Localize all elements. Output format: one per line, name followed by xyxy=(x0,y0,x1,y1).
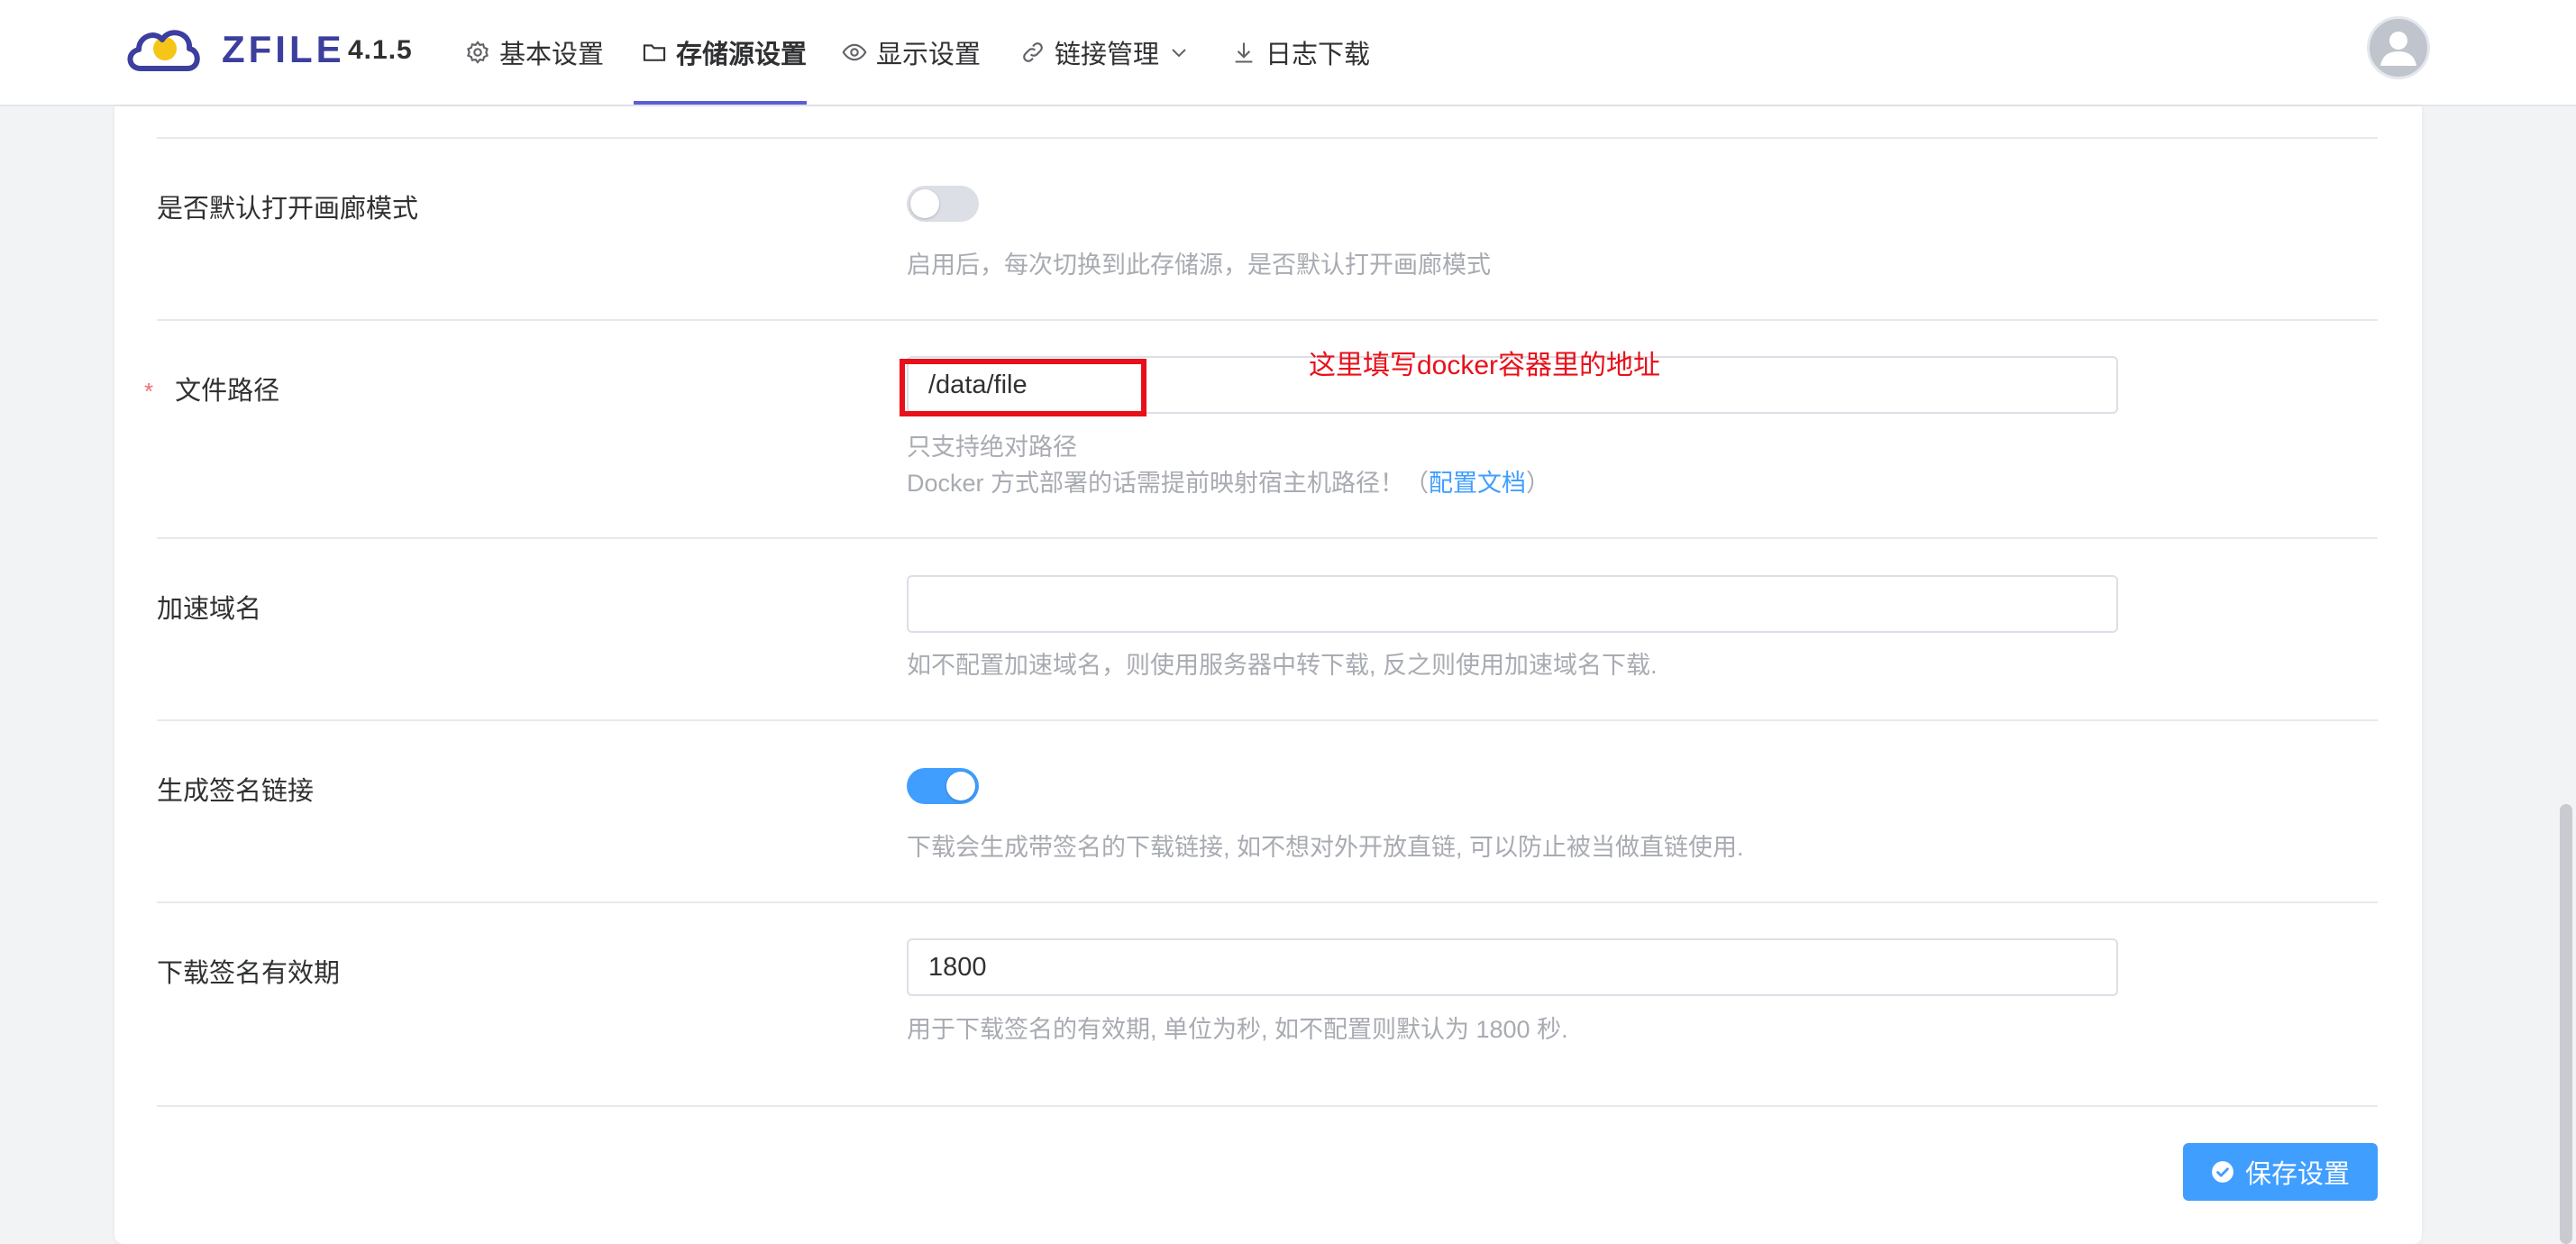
folder-icon xyxy=(643,44,666,61)
signed-link-label: 生成签名链接 xyxy=(157,777,315,806)
accel-domain-label: 加速域名 xyxy=(157,595,262,624)
nav-storage-settings[interactable]: 存储源设置 xyxy=(642,0,807,105)
gallery-mode-label: 是否默认打开画廊模式 xyxy=(157,195,419,224)
divider xyxy=(157,901,2378,903)
gallery-mode-toggle[interactable] xyxy=(907,186,979,222)
save-button-label: 保存设置 xyxy=(2244,1160,2350,1189)
nav-label: 链接管理 xyxy=(1055,41,1160,69)
annotation-text: 这里填写docker容器里的地址 xyxy=(1309,351,1661,380)
signed-link-toggle[interactable] xyxy=(907,768,979,804)
nav-label: 基本设置 xyxy=(499,41,605,69)
page-scrollbar[interactable] xyxy=(2560,804,2572,1244)
nav-display-settings[interactable]: 显示设置 xyxy=(842,0,981,105)
brand-name[interactable]: ZFILE xyxy=(222,27,345,72)
file-path-hint-1: 只支持绝对路径 xyxy=(907,434,1077,461)
link-icon xyxy=(1023,42,1043,62)
accel-domain-hint: 如不配置加速域名，则使用服务器中转下载, 反之则使用加速域名下载. xyxy=(907,652,1658,679)
nav-label: 显示设置 xyxy=(876,41,982,69)
accel-domain-input[interactable] xyxy=(907,575,2118,633)
file-path-label: * 文件路径 xyxy=(144,373,280,409)
annotation-highlight-box xyxy=(900,359,1146,416)
sign-expire-input[interactable] xyxy=(907,938,2118,996)
file-path-hint-2: Docker 方式部署的话需提前映射宿主机路径！（配置文档） xyxy=(907,465,1550,501)
divider xyxy=(157,137,2378,139)
config-doc-link[interactable]: 配置文档 xyxy=(1429,470,1526,497)
divider xyxy=(157,537,2378,539)
file-path-label-text: 文件路径 xyxy=(175,377,280,406)
nav-label: 存储源设置 xyxy=(676,41,808,69)
nav-basic-settings[interactable]: 基本设置 xyxy=(465,0,604,105)
chevron-down-icon xyxy=(1172,49,1186,58)
download-icon xyxy=(1235,42,1253,63)
divider xyxy=(157,719,2378,721)
sign-expire-hint: 用于下载签名的有效期, 单位为秒, 如不配置则默认为 1800 秒. xyxy=(907,1016,1568,1043)
user-icon xyxy=(2380,32,2416,66)
divider xyxy=(157,1105,2378,1107)
top-header: ZFILE 4.1.5 基本设置 存储源设置 显示设置 链接管理 日志下载 xyxy=(0,0,2576,106)
divider xyxy=(157,319,2378,321)
eye-icon xyxy=(842,43,867,61)
user-avatar[interactable] xyxy=(2367,16,2430,79)
required-mark: * xyxy=(144,378,154,405)
cloud-logo-icon[interactable] xyxy=(123,16,204,79)
save-settings-button[interactable]: 保存设置 xyxy=(2183,1143,2378,1201)
check-circle-icon xyxy=(2212,1161,2233,1183)
hint-prefix: Docker 方式部署的话需提前映射宿主机路径！（ xyxy=(907,470,1430,497)
active-tab-indicator xyxy=(634,101,807,105)
nav-log-download[interactable]: 日志下载 xyxy=(1231,0,1370,105)
signed-link-hint: 下载会生成带签名的下载链接, 如不想对外开放直链, 可以防止被当做直链使用. xyxy=(907,834,1744,861)
nav-label: 日志下载 xyxy=(1265,41,1371,69)
version-label: 4.1.5 xyxy=(348,35,413,65)
gallery-mode-hint: 启用后，每次切换到此存储源，是否默认打开画廊模式 xyxy=(907,252,1491,279)
sign-expire-label: 下载签名有效期 xyxy=(157,959,341,988)
gear-icon xyxy=(467,41,489,64)
hint-suffix: ） xyxy=(1526,470,1551,497)
nav-link-management[interactable]: 链接管理 xyxy=(1020,0,1190,105)
